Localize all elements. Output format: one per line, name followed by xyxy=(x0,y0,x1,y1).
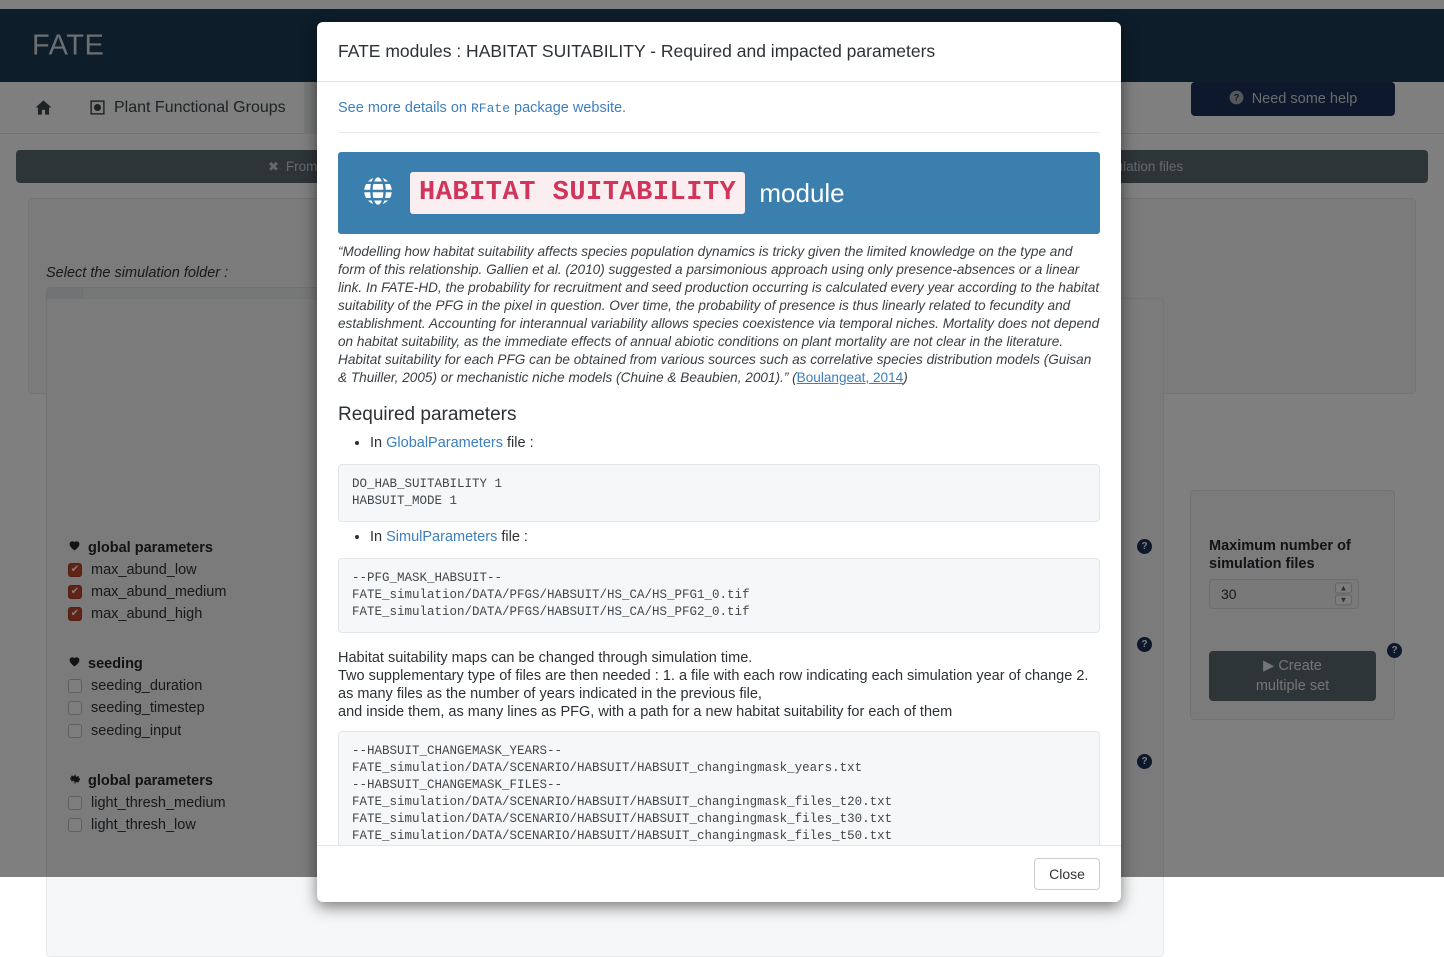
code-block-global-parameters: DO_HAB_SUITABILITY 1 HABSUIT_MODE 1 xyxy=(338,464,1100,522)
global-parameters-bullet-list: In GlobalParameters file : xyxy=(338,432,1100,454)
modal-body: See more details on RFate package websit… xyxy=(317,82,1121,845)
link-prefix: See more details on xyxy=(338,100,471,116)
code-block-simul-parameters: --PFG_MASK_HABSUIT-- FATE_simulation/DAT… xyxy=(338,558,1100,633)
link-code: RFate xyxy=(471,101,510,116)
simul-parameters-link[interactable]: SimulParameters xyxy=(386,529,497,545)
code-block-changemask: --HABSUIT_CHANGEMASK_YEARS-- FATE_simula… xyxy=(338,731,1100,845)
modal-title: FATE modules : HABITAT SUITABILITY - Req… xyxy=(338,41,1100,62)
bullet-1-pre: In xyxy=(370,435,386,451)
module-description: “Modelling how habitat suitability affec… xyxy=(338,243,1100,387)
required-parameters-heading: Required parameters xyxy=(338,404,1100,426)
rfate-website-link[interactable]: See more details on RFate package websit… xyxy=(338,100,626,116)
module-description-text: “Modelling how habitat suitability affec… xyxy=(338,244,1099,385)
paragraph-line-2: Two supplementary type of files are then… xyxy=(338,667,1100,703)
globe-icon xyxy=(360,173,396,214)
module-banner: HABITAT SUITABILITY module xyxy=(338,152,1100,234)
simul-parameters-bullet-list: In SimulParameters file : xyxy=(338,526,1100,548)
link-suffix: package website. xyxy=(510,100,626,116)
changing-maps-paragraph: Habitat suitability maps can be changed … xyxy=(338,649,1100,721)
modal-footer: Close xyxy=(317,845,1121,902)
bullet-1-post: file : xyxy=(503,435,534,451)
modal-header: FATE modules : HABITAT SUITABILITY - Req… xyxy=(317,22,1121,82)
bullet-2-pre: In xyxy=(370,529,386,545)
paragraph-line-3: and inside them, as many lines as PFG, w… xyxy=(338,703,1100,721)
bullet-2-post: file : xyxy=(497,529,528,545)
close-button[interactable]: Close xyxy=(1034,858,1100,890)
global-parameters-link[interactable]: GlobalParameters xyxy=(386,435,503,451)
list-item: In GlobalParameters file : xyxy=(370,432,1100,454)
module-word: module xyxy=(759,178,844,209)
module-name: HABITAT SUITABILITY xyxy=(410,172,745,214)
paragraph-line-1: Habitat suitability maps can be changed … xyxy=(338,649,1100,667)
citation-link[interactable]: Boulangeat, 2014 xyxy=(797,370,904,385)
list-item: In SimulParameters file : xyxy=(370,526,1100,548)
module-description-end: ) xyxy=(903,370,908,385)
habitat-suitability-modal: FATE modules : HABITAT SUITABILITY - Req… xyxy=(317,22,1121,902)
rfate-link-row: See more details on RFate package websit… xyxy=(338,100,1100,133)
